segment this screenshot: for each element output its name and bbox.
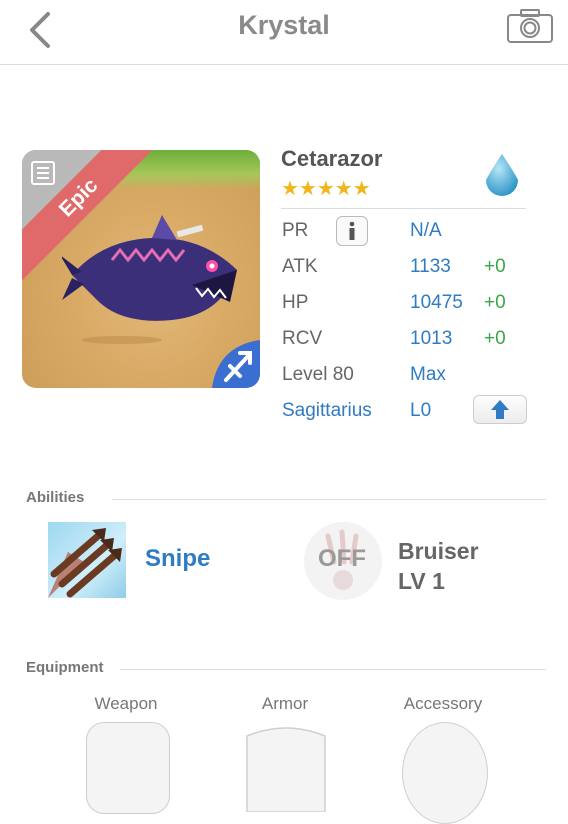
atk-bonus: +0 [484,256,506,277]
passive-state-badge: OFF [318,545,366,572]
abilities-divider [112,499,546,500]
rcv-label: RCV [282,328,323,349]
passive-ability-level: LV 1 [398,568,445,594]
hp-label: HP [282,292,309,313]
card-list-icon [31,161,55,185]
armor-slot[interactable] [245,722,327,812]
equipment-divider [120,669,546,670]
atk-label: ATK [282,256,318,277]
armor-label: Armor [261,694,309,713]
equipment-title: Equipment [26,659,104,676]
stats-divider [281,208,526,209]
abilities-title: Abilities [26,489,85,506]
passive-ability-name: Bruiser [398,538,479,564]
water-drop-icon [486,154,518,196]
sign-link[interactable]: Sagittarius [282,400,372,422]
header-bar: Krystal [0,0,568,65]
info-icon [349,221,355,240]
sign-level: L0 [410,400,432,421]
arrow-up-icon [491,400,509,419]
accessory-slot[interactable] [402,722,488,824]
monster-portrait[interactable]: Epic [22,150,260,388]
pr-label: PR [282,220,309,241]
cetarazor-creature-image [62,215,237,344]
weapon-slot[interactable] [86,722,170,814]
hp-value: 10475 [410,292,463,313]
snipe-ability-icon[interactable] [48,522,126,598]
level-label: Level 80 [282,364,354,385]
rcv-bonus: +0 [484,328,506,349]
passive-ability-info[interactable]: Bruiser LV 1 [398,536,479,596]
accessory-label: Accessory [403,694,483,713]
rcv-value: 1013 [410,328,453,349]
upgrade-button[interactable] [473,395,527,424]
camera-icon[interactable] [506,8,554,44]
page-title: Krystal [238,10,330,40]
star-rating: ★★★★★ [281,178,371,200]
weapon-label: Weapon [94,694,158,713]
level-value: Max [410,364,446,385]
monster-name: Cetarazor [281,146,383,171]
hp-bonus: +0 [484,292,506,313]
active-ability-name[interactable]: Snipe [145,545,210,573]
pr-value: N/A [410,220,442,241]
sagittarius-badge-icon [212,340,260,388]
atk-value: 1133 [410,256,451,277]
arrows-icon [48,528,122,598]
info-button[interactable] [336,216,368,246]
